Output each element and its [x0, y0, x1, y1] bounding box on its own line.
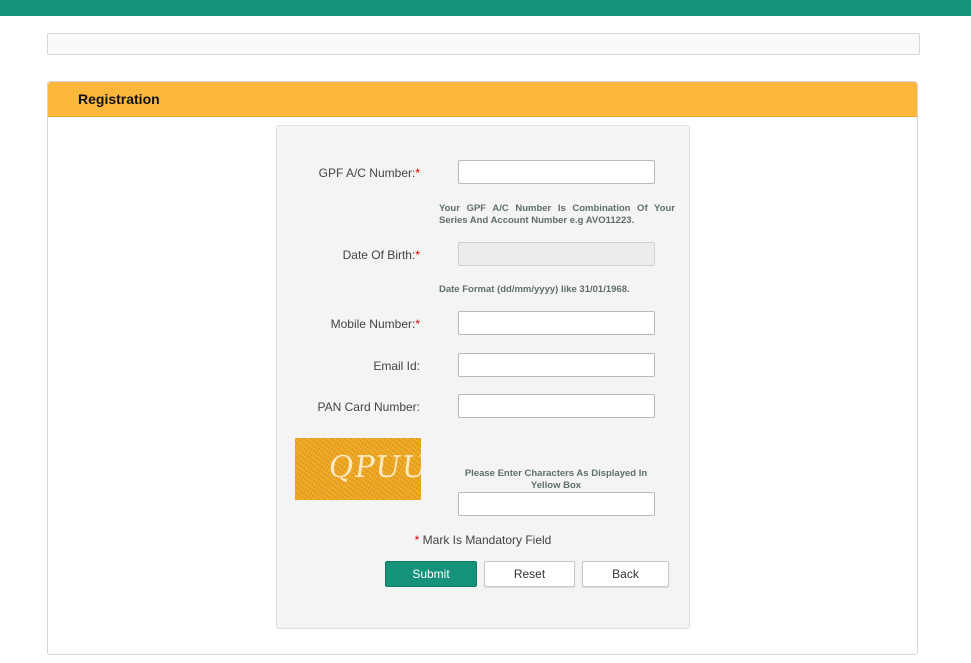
email-label: Email Id: — [373, 359, 420, 373]
mandatory-note: * Mark Is Mandatory Field — [414, 533, 552, 547]
pan-card-input[interactable] — [458, 394, 655, 418]
pan-label: PAN Card Number: — [317, 400, 420, 414]
dob-hint: Date Format (dd/mm/yyyy) like 31/01/1968… — [439, 284, 630, 295]
submit-button[interactable]: Submit — [385, 561, 477, 587]
mobile-number-input[interactable] — [458, 311, 655, 335]
breadcrumb-strip — [47, 33, 920, 55]
email-input[interactable] — [458, 353, 655, 377]
registration-panel: Registration GPF A/C Number:* Your GPF A… — [47, 81, 918, 655]
panel-title: Registration — [78, 91, 160, 107]
date-of-birth-input[interactable] — [458, 242, 655, 266]
dob-label: Date Of Birth:* — [342, 248, 420, 262]
reset-button[interactable]: Reset — [484, 561, 575, 587]
registration-form: GPF A/C Number:* Your GPF A/C Number Is … — [276, 125, 690, 629]
mobile-label: Mobile Number:* — [330, 317, 420, 331]
gpf-hint: Your GPF A/C Number Is Combination Of Yo… — [439, 203, 675, 226]
captcha-image: QPUU — [295, 438, 421, 500]
captcha-input[interactable] — [458, 492, 655, 516]
gpf-number-input[interactable] — [458, 160, 655, 184]
captcha-text: QPUU — [326, 450, 421, 485]
captcha-hint: Please Enter Characters As Displayed In … — [464, 468, 648, 491]
back-button[interactable]: Back — [582, 561, 669, 587]
gpf-label: GPF A/C Number:* — [318, 166, 420, 180]
panel-header: Registration — [48, 82, 917, 117]
top-bar — [0, 0, 971, 16]
